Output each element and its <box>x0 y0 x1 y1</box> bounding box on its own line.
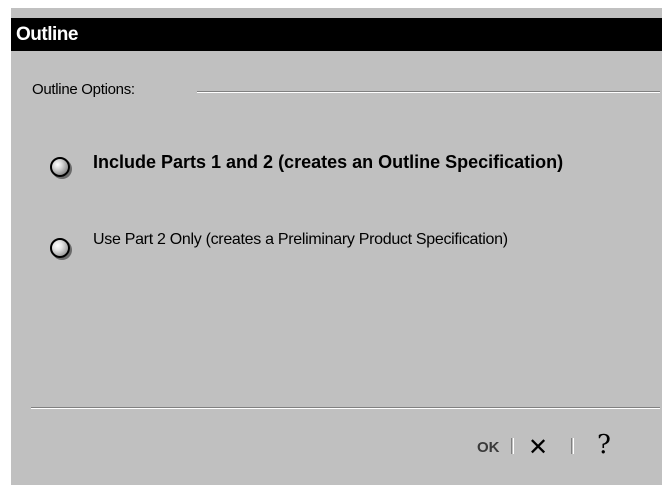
button-separator <box>571 438 574 454</box>
dialog-title: Outline <box>16 24 78 45</box>
include-parts-label[interactable]: Include Parts 1 and 2 (creates an Outlin… <box>93 152 613 173</box>
button-separator <box>511 438 514 454</box>
outline-dialog: Outline Outline Options: Include Parts 1… <box>10 8 662 485</box>
part-2-only-label[interactable]: Use Part 2 Only (creates a Preliminary P… <box>93 230 613 250</box>
outline-options-label: Outline Options: <box>32 81 141 98</box>
group-divider <box>197 91 660 93</box>
title-bar: Outline <box>11 18 662 51</box>
include-parts-radio[interactable] <box>50 157 70 177</box>
help-icon[interactable]: ? <box>597 430 611 460</box>
ok-button[interactable]: OK <box>477 439 500 456</box>
footer-divider <box>31 407 660 409</box>
close-icon[interactable]: ✕ <box>528 433 548 462</box>
part-2-only-radio[interactable] <box>50 238 70 258</box>
